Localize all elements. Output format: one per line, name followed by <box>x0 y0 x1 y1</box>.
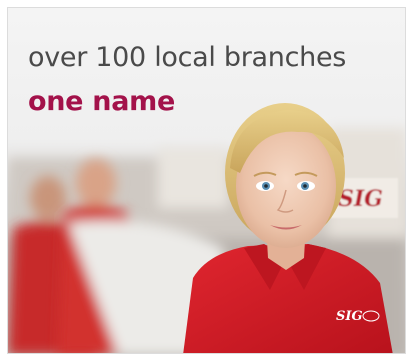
headline-text: over 100 local branches <box>28 42 347 73</box>
shirt-logo-text: SIG <box>336 309 363 324</box>
advertisement-banner[interactable]: SIG SIG over 100 local branches one name <box>7 7 406 354</box>
svg-text:SIG: SIG <box>338 186 383 212</box>
tagline-text: one name <box>28 86 175 117</box>
